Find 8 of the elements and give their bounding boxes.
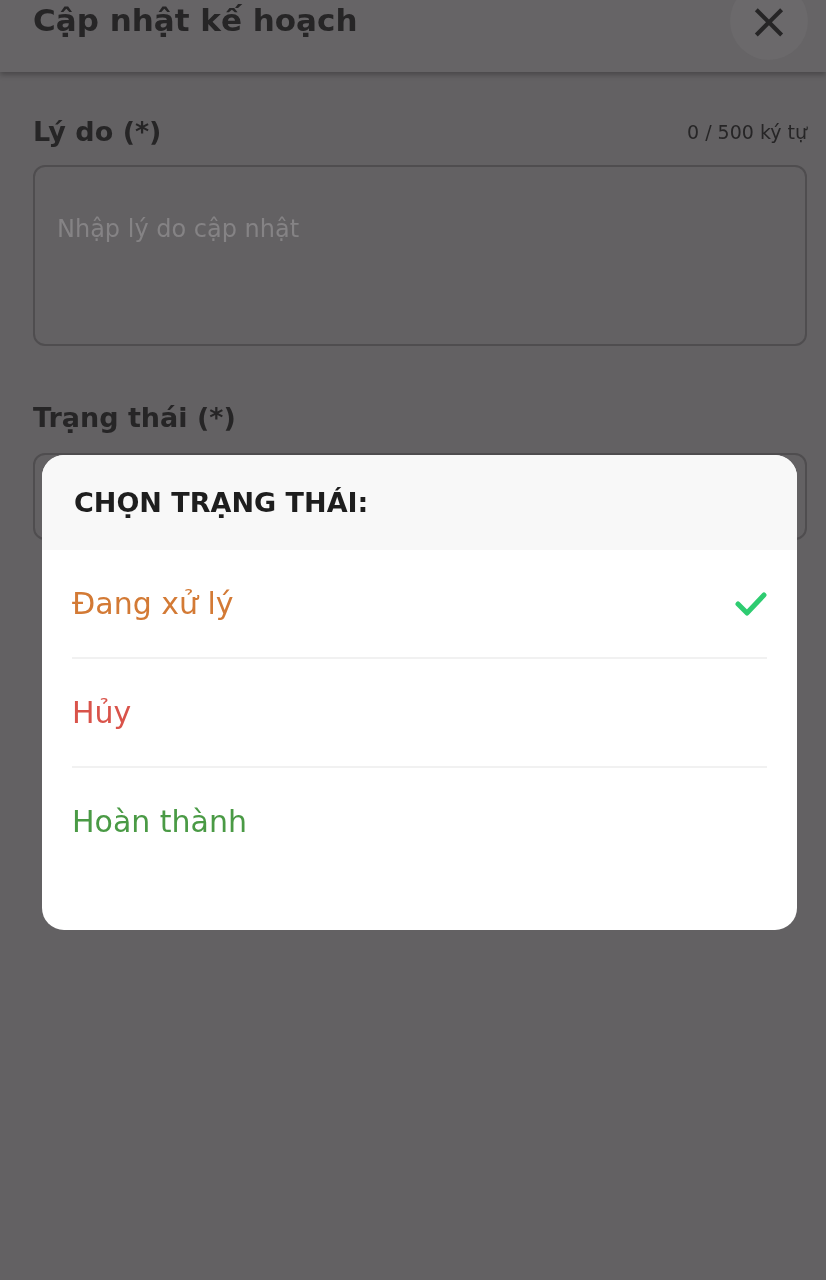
field-label: Lý do (*) — [33, 116, 162, 147]
option-label: Đang xử lý — [72, 586, 234, 621]
page-title: Cập nhật kế hoạch — [33, 1, 358, 40]
character-counter: 0 / 500 ký tự — [687, 120, 807, 143]
option-label: Hủy — [72, 695, 132, 730]
field-label: Trạng thái (*) — [33, 402, 237, 433]
dialog-title: CHỌN TRẠNG THÁI: — [74, 487, 369, 518]
option-label: Hoàn thành — [72, 804, 248, 839]
